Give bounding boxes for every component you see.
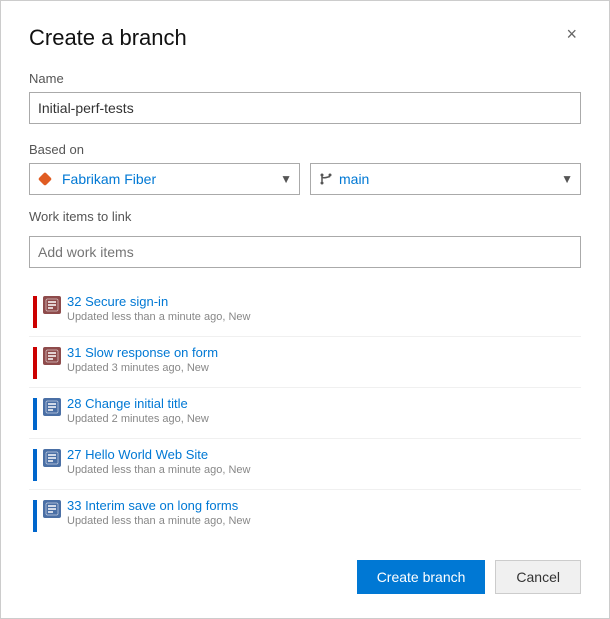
work-item-meta: Updated less than a minute ago, New <box>67 464 250 476</box>
work-items-label: Work items to link <box>29 209 581 224</box>
close-button[interactable]: × <box>562 25 581 43</box>
work-item-color-bar <box>33 347 37 379</box>
branch-select-wrapper: main ▼ <box>310 163 581 195</box>
work-items-section: Work items to link <box>29 209 581 268</box>
work-item-meta: Updated less than a minute ago, New <box>67 311 250 323</box>
name-input[interactable] <box>29 92 581 124</box>
name-label: Name <box>29 71 581 86</box>
work-item-color-bar <box>33 398 37 430</box>
work-item-title: 31 Slow response on form <box>67 345 218 360</box>
work-item-icon <box>43 296 61 314</box>
work-item-icon <box>43 347 61 365</box>
dialog-title: Create a branch <box>29 25 187 51</box>
work-item-info: 32 Secure sign-in Updated less than a mi… <box>67 294 250 323</box>
dialog-header: Create a branch × <box>29 25 581 51</box>
work-item-icon <box>43 398 61 416</box>
create-branch-button[interactable]: Create branch <box>357 560 486 594</box>
add-work-items-input[interactable] <box>29 236 581 268</box>
work-item-meta: Updated 3 minutes ago, New <box>67 362 218 374</box>
work-item-color-bar <box>33 500 37 532</box>
work-item: 27 Hello World Web Site Updated less tha… <box>29 439 581 490</box>
based-on-label: Based on <box>29 142 581 157</box>
work-item-meta: Updated less than a minute ago, New <box>67 515 250 527</box>
work-item: 33 Interim save on long forms Updated le… <box>29 490 581 540</box>
based-on-row: Fabrikam Fiber ▼ main <box>29 163 581 195</box>
work-item-info: 33 Interim save on long forms Updated le… <box>67 498 250 527</box>
work-item: 32 Secure sign-in Updated less than a mi… <box>29 286 581 337</box>
repo-select[interactable]: Fabrikam Fiber <box>29 163 300 195</box>
work-items-list: 32 Secure sign-in Updated less than a mi… <box>29 286 581 540</box>
work-item-title: 32 Secure sign-in <box>67 294 250 309</box>
work-item-info: 27 Hello World Web Site Updated less tha… <box>67 447 250 476</box>
name-field-group: Name <box>29 71 581 124</box>
dialog-footer: Create branch Cancel <box>29 540 581 594</box>
repo-select-wrapper: Fabrikam Fiber ▼ <box>29 163 300 195</box>
cancel-button[interactable]: Cancel <box>495 560 581 594</box>
create-branch-dialog: Create a branch × Name Based on Fabrikam… <box>0 0 610 619</box>
based-on-section: Based on Fabrikam Fiber ▼ <box>29 142 581 195</box>
branch-select[interactable]: main <box>310 163 581 195</box>
work-item: 31 Slow response on form Updated 3 minut… <box>29 337 581 388</box>
work-item-title: 27 Hello World Web Site <box>67 447 250 462</box>
work-item: 28 Change initial title Updated 2 minute… <box>29 388 581 439</box>
work-item-title: 28 Change initial title <box>67 396 209 411</box>
work-item-color-bar <box>33 296 37 328</box>
work-item-icon <box>43 500 61 518</box>
work-item-title: 33 Interim save on long forms <box>67 498 250 513</box>
work-item-icon <box>43 449 61 467</box>
work-item-meta: Updated 2 minutes ago, New <box>67 413 209 425</box>
work-item-info: 28 Change initial title Updated 2 minute… <box>67 396 209 425</box>
work-item-color-bar <box>33 449 37 481</box>
work-item-info: 31 Slow response on form Updated 3 minut… <box>67 345 218 374</box>
